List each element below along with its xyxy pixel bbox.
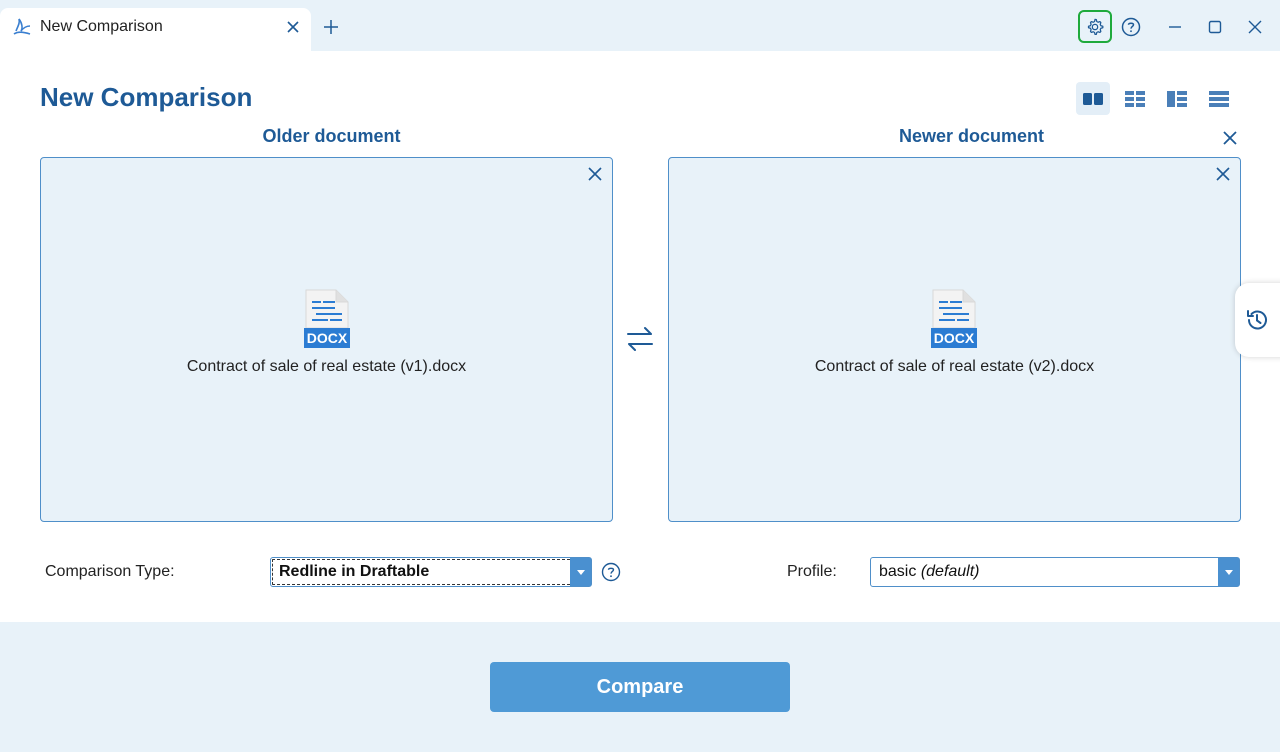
comparison-type-label: Comparison Type: — [45, 563, 175, 580]
close-icon[interactable] — [1215, 166, 1231, 182]
older-document-panel[interactable]: DOCX Contract of sale of real estate (v1… — [40, 157, 613, 522]
side-by-side-layout-icon — [1083, 92, 1103, 105]
older-document-label: Older document — [262, 126, 401, 146]
comparison-type-value: Redline in Draftable — [279, 563, 430, 580]
minimize-icon — [1169, 25, 1181, 28]
new-tab-button[interactable] — [321, 17, 341, 37]
tab-new-comparison[interactable]: New Comparison — [0, 8, 311, 51]
newer-document-label: Newer document — [898, 126, 1045, 146]
compare-button[interactable]: Compare — [490, 662, 790, 712]
profile-value: basic (default) — [879, 563, 980, 581]
history-panel-toggle[interactable] — [1235, 283, 1280, 357]
help-button[interactable] — [1114, 10, 1148, 43]
grid-layout-icon — [1125, 90, 1145, 107]
split-layout-button[interactable] — [1160, 82, 1194, 115]
close-window-button[interactable] — [1238, 10, 1272, 43]
app-logo-icon — [13, 18, 31, 35]
question-circle-icon[interactable] — [601, 562, 621, 582]
maximize-button[interactable] — [1198, 10, 1232, 43]
older-document-filename: Contract of sale of real estate (v1).doc… — [186, 358, 467, 375]
close-icon — [1248, 20, 1262, 33]
chevron-down-icon — [576, 569, 585, 575]
gear-icon — [1087, 18, 1104, 35]
stacked-layout-icon — [1209, 90, 1229, 107]
settings-button[interactable] — [1078, 10, 1112, 43]
title-bar: New Comparison — [0, 0, 1280, 51]
docx-file-icon: DOCX — [931, 289, 977, 348]
footer-bar: Compare — [0, 622, 1280, 752]
tab-title: New Comparison — [40, 18, 163, 35]
history-icon — [1247, 310, 1267, 330]
dropdown-arrow[interactable] — [1218, 558, 1239, 586]
page-title: New Comparison — [40, 82, 253, 112]
dropdown-arrow[interactable] — [570, 558, 591, 586]
newer-document-filename: Contract of sale of real estate (v2).doc… — [814, 358, 1095, 375]
close-icon[interactable] — [587, 166, 603, 182]
maximize-icon — [1208, 20, 1222, 33]
newer-document-panel[interactable]: DOCX Contract of sale of real estate (v2… — [668, 157, 1241, 522]
comparison-type-select[interactable]: Redline in Draftable — [270, 557, 592, 587]
swap-arrows-icon[interactable] — [624, 323, 656, 355]
close-tab-icon[interactable] — [284, 18, 302, 36]
side-by-side-layout-button[interactable] — [1076, 82, 1110, 115]
remove-newer-column-icon[interactable] — [1220, 128, 1240, 148]
file-type-badge: DOCX — [307, 330, 348, 346]
grid-layout-button[interactable] — [1118, 82, 1152, 115]
docx-file-icon: DOCX — [304, 289, 350, 348]
profile-default-tag: (default) — [920, 563, 980, 580]
chevron-down-icon — [1224, 569, 1233, 575]
profile-label: Profile: — [787, 563, 837, 580]
stacked-layout-button[interactable] — [1202, 82, 1236, 115]
question-circle-icon — [1121, 17, 1141, 36]
minimize-button[interactable] — [1158, 10, 1192, 43]
file-type-badge: DOCX — [934, 330, 975, 346]
split-layout-icon — [1167, 90, 1187, 107]
profile-name: basic — [879, 563, 917, 580]
profile-select[interactable]: basic (default) — [870, 557, 1240, 587]
